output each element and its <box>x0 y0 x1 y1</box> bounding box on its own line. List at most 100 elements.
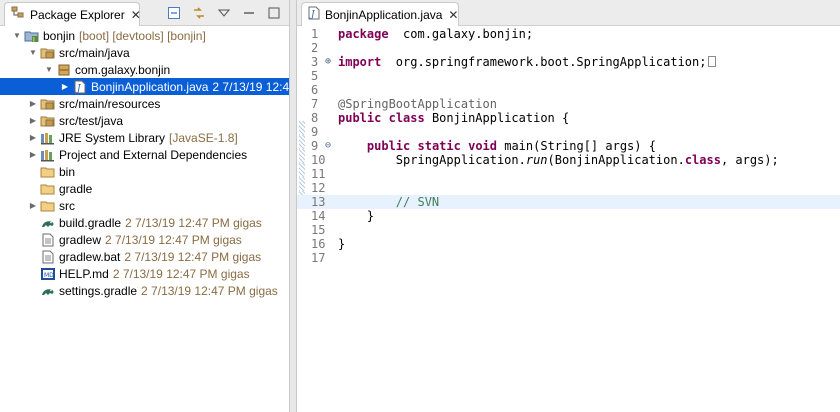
folded-imports-icon[interactable] <box>708 56 717 67</box>
tab-bonjin-application[interactable]: J BonjinApplication.java ✕ <box>301 2 459 26</box>
code-line[interactable]: 15 <box>297 223 840 237</box>
package-explorer-view: Package Explorer ✕ ▼ Jbonjin [boot] [devto… <box>0 0 290 412</box>
tree-item-revision: 2 7/13/19 12:47 PM gigas <box>125 215 262 230</box>
collapse-fold-icon[interactable]: ⊖ <box>325 139 335 153</box>
code-token: } <box>338 209 375 223</box>
code-line[interactable]: 12 <box>297 181 840 195</box>
code-text: SpringApplication.run(BonjinApplication.… <box>338 153 779 167</box>
tree-item-label: src <box>59 198 75 213</box>
tree-item[interactable]: ▶ Project and External Dependencies <box>0 146 289 163</box>
tree-item[interactable]: bin <box>0 163 289 180</box>
tree-item[interactable]: ▶ src <box>0 197 289 214</box>
code-line[interactable]: 9 ⊖ public static void main(String[] args… <box>297 139 840 153</box>
java-editor: J BonjinApplication.java ✕ 1 package com.… <box>296 0 840 412</box>
tree-item-label: BonjinApplication.java <box>91 79 209 94</box>
folder-icon <box>40 164 56 180</box>
code-token: SpringApplication. <box>338 153 526 167</box>
tree-item-revision: 2 7/13/19 12:47 PM gigas <box>112 266 250 281</box>
leaf-spacer <box>28 265 38 282</box>
code-line[interactable]: 16} <box>297 237 840 251</box>
code-line[interactable]: 2 <box>297 41 840 55</box>
code-line[interactable]: 10 SpringApplication.run(BonjinApplicati… <box>297 153 840 167</box>
code-line[interactable]: 9 <box>297 125 840 139</box>
tree-item[interactable]: gradle <box>0 180 289 197</box>
code-line[interactable]: 6 <box>297 83 840 97</box>
tree-item-label: src/test/java <box>59 113 124 128</box>
library-icon <box>40 147 56 163</box>
tree-item[interactable]: ▼ Jbonjin [boot] [devtools] [bonjin] <box>0 27 289 44</box>
close-icon[interactable]: ✕ <box>131 9 141 21</box>
line-number: 13 <box>311 195 326 209</box>
close-icon[interactable]: ✕ <box>448 9 458 21</box>
library-icon <box>40 130 56 146</box>
code-line[interactable]: 3 ⊕ import org.springframework.boot.Spring… <box>297 55 840 69</box>
line-number: 16 <box>311 237 326 251</box>
tree-item[interactable]: gradlew.bat 2 7/13/19 12:47 PM gigas <box>0 248 289 265</box>
view-menu-icon[interactable] <box>216 5 232 21</box>
code-token: class <box>388 111 425 125</box>
tree-item-decoration: [boot] [devtools] [bonjin] <box>79 28 206 43</box>
code-line[interactable]: 5 <box>297 69 840 83</box>
code-line[interactable]: 11 <box>297 167 840 181</box>
source-folder-icon <box>40 96 56 112</box>
tree-item-label: gradlew.bat <box>59 249 121 264</box>
collapsed-arrow-icon[interactable]: ▶ <box>60 78 70 95</box>
svg-text:J: J <box>32 36 35 43</box>
leaf-spacer <box>28 163 38 180</box>
tree-item-revision: 2 7/13/19 12:47 PM gigas <box>212 79 290 94</box>
code-line[interactable]: 13 // SVN <box>297 195 840 209</box>
code-line[interactable]: 7 @SpringBootApplication <box>297 97 840 111</box>
tree-item[interactable]: gradlew 2 7/13/19 12:47 PM gigas <box>0 231 289 248</box>
collapse-all-icon[interactable] <box>166 5 182 21</box>
tree-item[interactable]: ▼ src/main/java <box>0 44 289 61</box>
link-with-editor-icon[interactable] <box>191 5 207 21</box>
code-text: package com.galaxy.bonjin; <box>338 27 533 41</box>
code-line[interactable]: 17 <box>297 251 840 265</box>
collapsed-arrow-icon[interactable]: ▶ <box>28 197 38 214</box>
tree-item-label: src/main/java <box>59 45 130 60</box>
package-explorer-icon <box>11 6 25 23</box>
tree-item[interactable]: settings.gradle 2 7/13/19 12:47 PM gigas <box>0 282 289 299</box>
tab-label: Package Explorer <box>30 7 125 22</box>
tree-item-label: settings.gradle <box>59 283 138 298</box>
minimize-icon[interactable] <box>241 5 257 21</box>
line-number: 12 <box>311 181 326 195</box>
line-number: 9 <box>311 125 319 139</box>
line-number: 2 <box>311 41 319 55</box>
tab-label: BonjinApplication.java <box>325 7 443 22</box>
maximize-icon[interactable] <box>266 5 282 21</box>
expanded-arrow-icon[interactable]: ▼ <box>28 44 38 61</box>
code-line[interactable]: 1 package com.galaxy.bonjin; <box>297 27 840 41</box>
tree-item[interactable]: ▶JBonjinApplication.java2 7/13/19 12:47 … <box>0 78 290 95</box>
tree-item[interactable]: ▶ JRE System Library [JavaSE-1.8] <box>0 129 289 146</box>
tree-item[interactable]: ▶ src/main/resources <box>0 95 289 112</box>
code-text: // SVN <box>338 195 439 209</box>
tree-item[interactable]: build.gradle 2 7/13/19 12:47 PM gigas <box>0 214 289 231</box>
package-icon <box>56 62 72 78</box>
leaf-spacer <box>28 214 38 231</box>
tree-item[interactable]: MD HELP.md 2 7/13/19 12:47 PM gigas <box>0 265 289 282</box>
expand-fold-icon[interactable]: ⊕ <box>325 55 335 69</box>
code-line[interactable]: 14 } <box>297 209 840 223</box>
leaf-spacer <box>28 282 38 299</box>
source-folder-icon <box>40 45 56 61</box>
folder-icon <box>40 198 56 214</box>
expanded-arrow-icon[interactable]: ▼ <box>12 27 22 44</box>
collapsed-arrow-icon[interactable]: ▶ <box>28 95 38 112</box>
code-token: } <box>338 237 346 251</box>
leaf-spacer <box>28 231 38 248</box>
collapsed-arrow-icon[interactable]: ▶ <box>28 129 38 146</box>
line-number: 1 <box>311 27 319 41</box>
source-folder-icon <box>40 113 56 129</box>
collapsed-arrow-icon[interactable]: ▶ <box>28 146 38 163</box>
tree-item[interactable]: ▶ src/test/java <box>0 112 289 129</box>
text-file-icon <box>40 232 56 248</box>
svg-text:MD: MD <box>44 272 54 279</box>
tab-package-explorer[interactable]: Package Explorer ✕ <box>4 2 141 26</box>
tree-item[interactable]: ▼ com.galaxy.bonjin <box>0 61 289 78</box>
code-line[interactable]: 8 public class BonjinApplication { <box>297 111 840 125</box>
collapsed-arrow-icon[interactable]: ▶ <box>28 112 38 129</box>
expanded-arrow-icon[interactable]: ▼ <box>44 61 54 78</box>
